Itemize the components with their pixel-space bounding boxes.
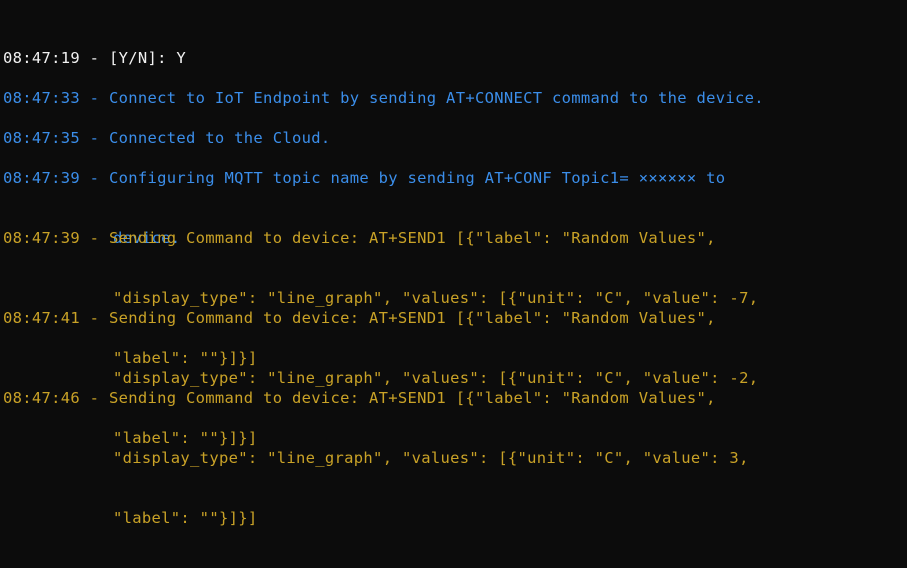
log-line: 08:47:46 - Sending Command to device: AT… (3, 389, 716, 407)
terminal-window[interactable]: 08:47:19 - [Y/N]: Y 08:47:33 - Connect t… (0, 0, 907, 527)
log-line: 08:47:41 - Sending Command to device: AT… (3, 309, 716, 327)
log-line-continuation: "display_type": "line_graph", "values": … (3, 448, 749, 468)
log-line-text: "label": ""}]}] (113, 509, 258, 527)
log-line: 08:47:39 - Sending Command to device: AT… (3, 229, 716, 247)
log-line: 08:47:39 - Configuring MQTT topic name b… (3, 169, 726, 187)
log-line-text: "display_type": "line_graph", "values": … (113, 449, 749, 467)
log-entry-send-command: 08:47:46 - Sending Command to device: AT… (3, 348, 749, 568)
log-line-continuation: "label": ""}]}] (3, 508, 749, 528)
